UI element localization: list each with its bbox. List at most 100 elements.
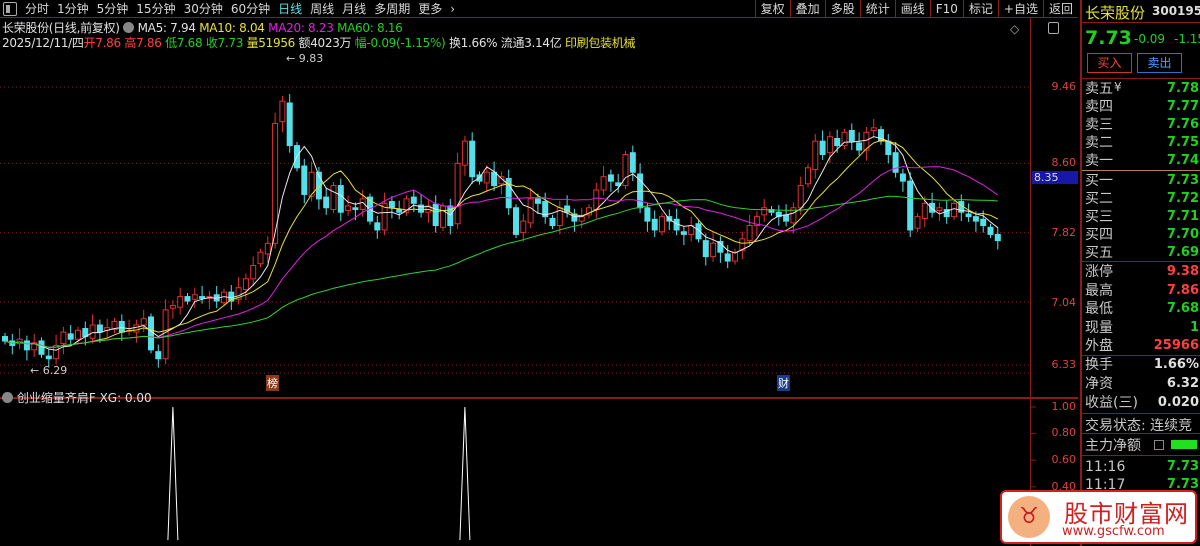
tab-more[interactable]: 更多 — [414, 0, 446, 17]
candle-up — [454, 162, 461, 225]
mark-button[interactable]: 标记 — [962, 0, 998, 18]
candle-up — [169, 304, 176, 309]
tab-fenshi[interactable]: 分时 — [21, 0, 53, 17]
signal-spike — [167, 406, 179, 541]
ma5-value: MA5: 7.94 — [137, 21, 196, 35]
add-watchlist-button[interactable]: +自选 — [997, 0, 1043, 18]
row-value: 7.77 — [1166, 99, 1199, 114]
candle-up — [264, 242, 271, 255]
bid-row: 买二 7.72 — [1085, 190, 1199, 208]
max-price-label: ← 9.83 — [286, 52, 324, 65]
row-label: 买三 — [1085, 209, 1113, 225]
dropdown-icon[interactable] — [2, 392, 13, 403]
candle-up — [191, 294, 198, 300]
candle-up — [746, 225, 753, 242]
candle-down — [301, 165, 308, 195]
candle-down — [929, 202, 936, 213]
candle-down — [2, 336, 8, 342]
row-label: 收益(三) — [1085, 395, 1138, 411]
dropdown-icon[interactable] — [123, 22, 135, 33]
candle-down — [469, 140, 476, 178]
bid-row: 买三 7.71 — [1085, 208, 1199, 226]
draw-line-button[interactable]: 画线 — [894, 0, 930, 18]
overlay-button[interactable]: 叠加 — [789, 0, 825, 18]
candle-down — [702, 240, 709, 258]
row-label: 涨停 — [1085, 264, 1113, 280]
row-value: 25966 — [1153, 338, 1199, 353]
candle-up — [761, 207, 768, 216]
candle-up — [133, 324, 140, 333]
candle-down — [432, 203, 439, 227]
candle-up — [826, 136, 833, 154]
diamond-icon[interactable]: ◇ — [1010, 22, 1019, 36]
candle-up — [440, 205, 446, 228]
tab-weekly[interactable]: 周线 — [306, 0, 338, 17]
buy-button[interactable]: 买入 — [1087, 53, 1132, 73]
candle-down — [337, 185, 344, 213]
tab-multi-period[interactable]: 多周期 — [370, 0, 414, 17]
candle-down — [534, 198, 541, 204]
row-value: 7.73 — [1166, 459, 1199, 474]
stat-row: 换手 1.66% — [1085, 356, 1199, 374]
row-label: 换手 — [1085, 357, 1113, 373]
tab-15min[interactable]: 15分钟 — [132, 0, 179, 17]
tab-monthly[interactable]: 月线 — [338, 0, 370, 17]
candle-down — [856, 142, 863, 151]
candle-up — [914, 216, 921, 229]
restore-rights-button[interactable]: 复权 — [754, 0, 790, 18]
candle-down — [148, 316, 154, 351]
tab-30min[interactable]: 30分钟 — [180, 0, 227, 17]
candle-up — [89, 324, 96, 339]
sell-button[interactable]: 卖出 — [1137, 53, 1182, 73]
row-value: 6.32 — [1166, 376, 1199, 391]
candle-up — [936, 207, 943, 211]
layout-toggle-icon[interactable] — [3, 1, 17, 16]
rank-marker[interactable]: 榜 — [266, 375, 279, 391]
period-toolbar: 分时 1分钟 5分钟 15分钟 30分钟 60分钟 日线 周线 月线 多周期 更… — [0, 0, 1078, 18]
candle-down — [38, 340, 45, 355]
min-price-value: 6.29 — [42, 364, 68, 377]
candle-up — [520, 220, 527, 234]
pane-divider[interactable] — [0, 397, 1078, 399]
ask-row: 卖五 7.78 — [1085, 80, 1199, 98]
chevron-right-icon[interactable]: › — [446, 2, 459, 16]
candle-down — [491, 171, 498, 187]
kline-chart[interactable] — [0, 48, 1078, 546]
finance-marker[interactable]: 财 — [777, 375, 790, 391]
row-value: 9.38 — [1166, 264, 1199, 279]
back-button[interactable]: 返回 — [1042, 0, 1078, 18]
stock-code: 300195 — [1152, 4, 1200, 18]
candle-down — [155, 351, 162, 360]
quote-panel: 长荣股份 300195 7.73 -0.09 -1.15 买入 卖出 卖五 7.7… — [1080, 0, 1200, 546]
statistics-button[interactable]: 统计 — [859, 0, 895, 18]
stat-row: 最低 7.68 — [1085, 300, 1199, 318]
y-tick: 7.04 — [1051, 296, 1077, 309]
candle-down — [834, 138, 841, 147]
candle-down — [848, 130, 855, 142]
tab-60min[interactable]: 60分钟 — [227, 0, 274, 17]
tab-1min[interactable]: 1分钟 — [53, 0, 93, 17]
multi-stock-button[interactable]: 多股 — [824, 0, 860, 18]
min-price-label: ← 6.29 — [30, 364, 68, 377]
candle-down — [374, 222, 381, 231]
list-icon[interactable] — [1154, 440, 1164, 450]
candle-down — [907, 180, 914, 231]
trade-status: 交易状态: 连续竞 — [1085, 418, 1193, 434]
candle-up — [659, 216, 665, 233]
candle-down — [286, 102, 293, 147]
candle-up — [330, 185, 337, 211]
row-value: 7.75 — [1166, 135, 1199, 150]
signal-spike — [459, 406, 471, 541]
candle-down — [680, 231, 687, 235]
candle-up — [60, 331, 67, 345]
candle-down — [965, 213, 972, 218]
tab-5min[interactable]: 5分钟 — [93, 0, 133, 17]
candle-down — [972, 216, 979, 222]
candle-down — [388, 201, 395, 209]
tab-daily[interactable]: 日线 — [274, 0, 306, 17]
candle-up — [921, 202, 928, 219]
crosshair-price-label: 8.35 — [1032, 171, 1078, 184]
candle-up — [578, 216, 585, 222]
f10-button[interactable]: F10 — [929, 0, 963, 18]
panel-toggle-icon[interactable] — [1048, 22, 1059, 34]
